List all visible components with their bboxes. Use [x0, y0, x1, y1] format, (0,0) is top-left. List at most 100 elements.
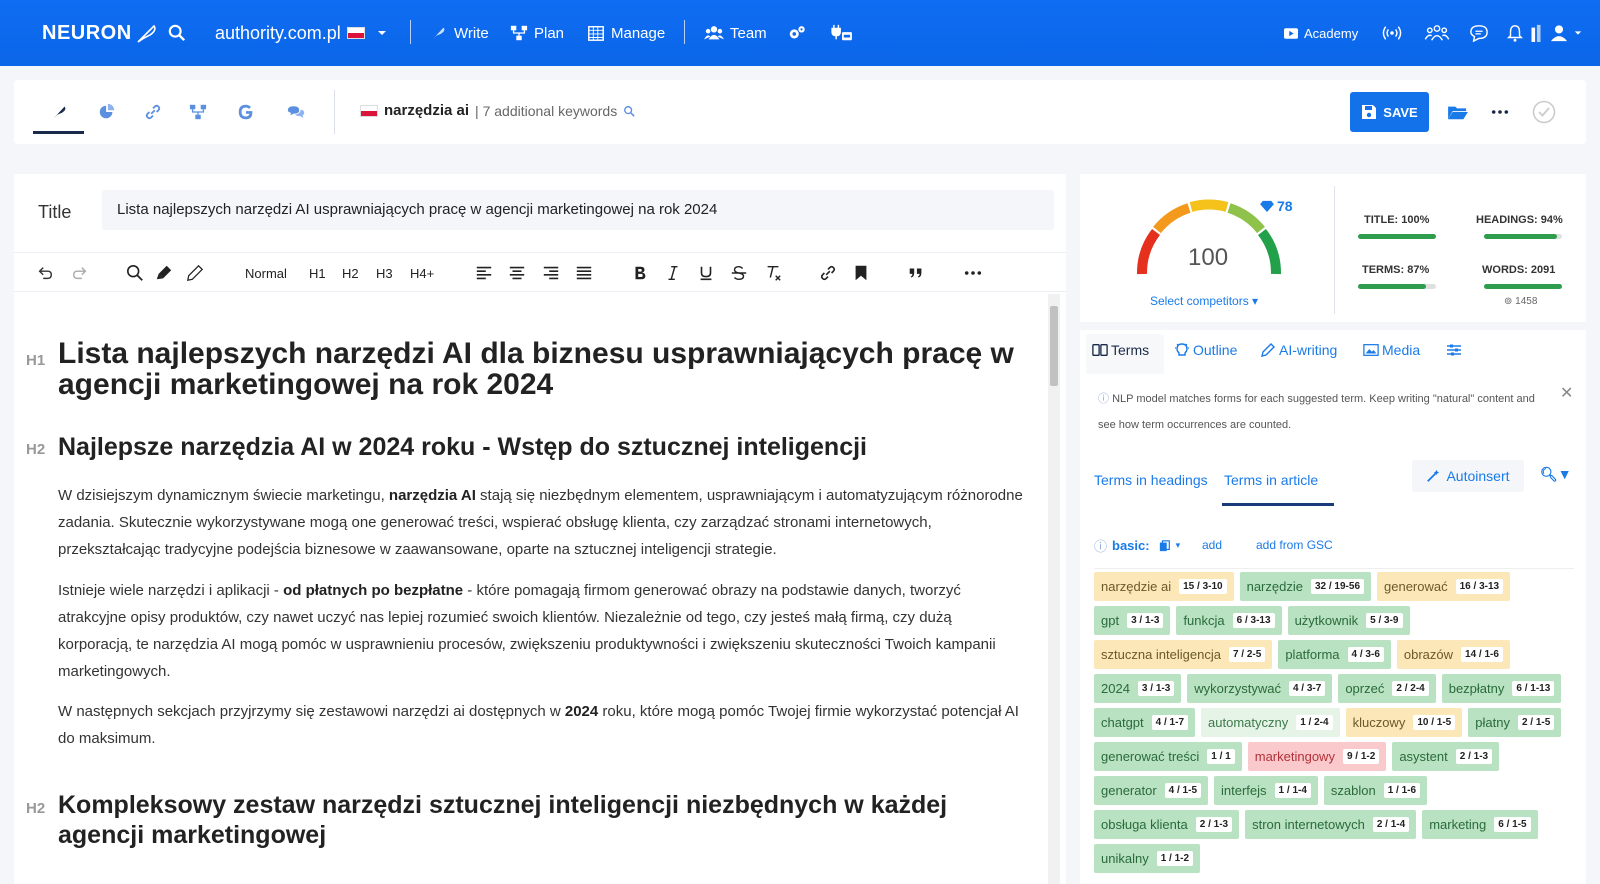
nav-team[interactable]: Team	[704, 0, 767, 66]
term-chip[interactable]: szablon 1 / 1-6	[1323, 776, 1428, 805]
search-filter-icon[interactable]: 🔍︎▼	[1540, 466, 1572, 483]
community-icon[interactable]	[1424, 0, 1450, 66]
term-chip[interactable]: użytkownik 5 / 3-9	[1287, 606, 1410, 635]
align-justify-icon[interactable]	[575, 253, 593, 293]
align-right-icon[interactable]	[542, 253, 560, 293]
keyword-info[interactable]: narzędzia ai | 7 additional keywords	[360, 102, 635, 119]
quote-icon[interactable]	[907, 253, 925, 293]
select-competitors[interactable]: Select competitors ▾	[1150, 294, 1258, 308]
format-h2[interactable]: H2	[342, 253, 359, 293]
nav-write[interactable]: Write	[430, 0, 489, 66]
term-chip[interactable]: unikalny 1 / 1-2	[1094, 844, 1201, 873]
highlighter-icon[interactable]	[155, 253, 173, 293]
format-h1[interactable]: H1	[309, 253, 326, 293]
editor-scrollbar[interactable]	[1048, 294, 1060, 884]
align-left-icon[interactable]	[475, 253, 493, 293]
term-chip[interactable]: 2024 3 / 1-3	[1094, 674, 1182, 703]
term-chip[interactable]: platforma 4 / 3-6	[1278, 640, 1391, 669]
underline-icon[interactable]	[697, 253, 715, 293]
strikethrough-icon[interactable]	[730, 253, 748, 293]
term-chip[interactable]: obrazów 14 / 1-6	[1396, 640, 1510, 669]
search-icon[interactable]	[168, 0, 186, 66]
term-chip[interactable]: marketing 6 / 1-5	[1422, 810, 1538, 839]
settings-sliders-icon[interactable]	[1446, 342, 1462, 358]
settings-gears-icon[interactable]	[787, 0, 807, 66]
paragraph-2[interactable]: Istnieje wiele narzędzi i aplikacji - od…	[58, 577, 1028, 685]
check-circle-icon[interactable]	[1530, 80, 1558, 144]
term-chip[interactable]: chatgpt 4 / 1-7	[1094, 708, 1196, 737]
tab-outline[interactable]: Outline	[1174, 342, 1237, 358]
broadcast-icon[interactable]	[1380, 0, 1404, 66]
editor-content[interactable]: H1 Lista najlepszych narzędzi AI dla biz…	[14, 292, 1044, 884]
integrations-icon[interactable]	[830, 0, 854, 66]
bold-icon[interactable]	[631, 253, 649, 293]
neuron-logo[interactable]: NEURON	[42, 22, 158, 45]
copy-icon[interactable]	[1159, 539, 1171, 552]
pen-icon[interactable]	[186, 253, 204, 293]
domain-selector[interactable]: authority.com.pl	[215, 0, 387, 66]
term-chip[interactable]: interfejs 1 / 1-4	[1214, 776, 1318, 805]
redo-icon[interactable]	[71, 253, 89, 293]
term-chip[interactable]: marketingowy 9 / 1-2	[1247, 742, 1387, 771]
nav-plan[interactable]: Plan	[510, 0, 564, 66]
link-icon[interactable]	[819, 253, 837, 293]
sitemap-icon[interactable]	[186, 80, 210, 144]
tab-ai-writing[interactable]: AI-writing	[1260, 342, 1337, 358]
undo-icon[interactable]	[36, 253, 54, 293]
term-chip[interactable]: bezpłatny 6 / 1-13	[1441, 674, 1562, 703]
chevron-down-icon[interactable]: ▾	[1176, 540, 1181, 551]
add-from-gsc-link[interactable]: add from GSC	[1256, 538, 1333, 552]
chat-icon[interactable]	[1468, 0, 1490, 66]
academy-link[interactable]: Academy	[1284, 0, 1358, 66]
term-chip[interactable]: obsługa klienta 2 / 1-3	[1094, 810, 1240, 839]
align-center-icon[interactable]	[508, 253, 526, 293]
format-h4[interactable]: H4+	[410, 253, 434, 293]
search-icon[interactable]	[126, 253, 144, 293]
more-options-icon[interactable]	[1486, 80, 1514, 144]
term-chip[interactable]: automatyczny 1 / 2-4	[1201, 708, 1340, 737]
comments-icon[interactable]	[284, 80, 308, 144]
paragraph-1[interactable]: W dzisiejszym dynamicznym świecie market…	[58, 482, 1028, 563]
term-chip[interactable]: płatny 2 / 1-5	[1468, 708, 1562, 737]
save-button[interactable]: SAVE	[1350, 92, 1429, 132]
term-chip[interactable]: oprzeć 2 / 2-4	[1338, 674, 1436, 703]
google-icon[interactable]	[234, 80, 258, 144]
term-chip[interactable]: funkcja 6 / 3-13	[1176, 606, 1282, 635]
tab-terms[interactable]: Terms	[1092, 342, 1149, 358]
editor-tab-icon[interactable]	[48, 80, 72, 144]
term-chip[interactable]: narzędzie ai 15 / 3-10	[1094, 572, 1234, 601]
heading-2[interactable]: Najlepsze narzędzia AI w 2024 roku - Wst…	[58, 432, 1038, 462]
term-chip[interactable]: gpt 3 / 1-3	[1094, 606, 1171, 635]
format-h3[interactable]: H3	[376, 253, 393, 293]
more-options-icon[interactable]	[964, 253, 982, 293]
link-icon[interactable]	[141, 80, 165, 144]
tab-media[interactable]: Media	[1363, 342, 1420, 358]
term-chip[interactable]: kluczowy 10 / 1-5	[1345, 708, 1463, 737]
terms-in-headings-tab[interactable]: Terms in headings	[1094, 472, 1208, 488]
title-input[interactable]: Lista najlepszych narzędzi AI usprawniaj…	[102, 190, 1054, 230]
term-chip[interactable]: generator 4 / 1-5	[1094, 776, 1209, 805]
clear-format-icon[interactable]	[764, 253, 782, 293]
term-chip[interactable]: sztuczna inteligencja 7 / 2-5	[1094, 640, 1273, 669]
add-term-link[interactable]: add	[1202, 538, 1222, 552]
bell-icon[interactable]	[1506, 0, 1524, 66]
term-chip[interactable]: wykorzystywać 4 / 3-7	[1187, 674, 1333, 703]
term-chip[interactable]: asystent 2 / 1-3	[1392, 742, 1500, 771]
autoinsert-button[interactable]: Autoinsert	[1412, 460, 1524, 492]
italic-icon[interactable]	[664, 253, 682, 293]
paragraph-3[interactable]: W następnych sekcjach przyjrzymy się zes…	[58, 698, 1028, 752]
heading-1[interactable]: Lista najlepszych narzędzi AI dla biznes…	[58, 338, 1038, 400]
pie-chart-icon[interactable]	[95, 80, 119, 144]
term-chip[interactable]: narzędzie 32 / 19-56	[1239, 572, 1372, 601]
nav-manage[interactable]: Manage	[587, 0, 665, 66]
term-chip[interactable]: generować 16 / 3-13	[1377, 572, 1511, 601]
terms-in-article-tab[interactable]: Terms in article	[1224, 472, 1318, 488]
term-chip[interactable]: generować treści 1 / 1	[1094, 742, 1242, 771]
term-chip[interactable]: stron internetowych 2 / 1-4	[1245, 810, 1417, 839]
scrollbar-thumb[interactable]	[1050, 306, 1058, 386]
format-normal[interactable]: Normal	[245, 253, 287, 293]
bookmark-icon[interactable]	[852, 253, 870, 293]
close-icon[interactable]: ✕	[1560, 383, 1573, 403]
folder-icon[interactable]	[1444, 80, 1472, 144]
user-menu[interactable]	[1550, 0, 1582, 66]
